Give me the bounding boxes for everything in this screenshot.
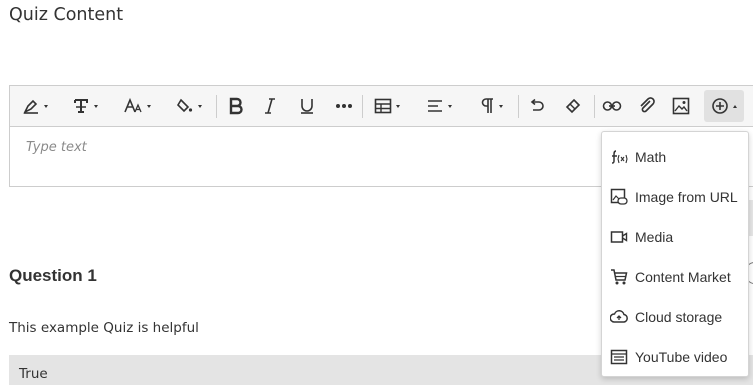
- paragraph-style-button[interactable]: [68, 90, 102, 122]
- question-title: Question 1: [9, 266, 97, 285]
- youtube-frame-icon: [610, 348, 628, 366]
- paperclip-icon: [638, 97, 656, 115]
- underline-button[interactable]: [294, 90, 320, 122]
- bold-button[interactable]: [222, 90, 250, 122]
- cloud-upload-icon: [610, 308, 628, 326]
- pen-style-icon: [22, 97, 40, 115]
- cart-icon: [610, 268, 628, 286]
- italic-button[interactable]: [258, 90, 282, 122]
- more-icon: [335, 103, 353, 109]
- font-size-icon: [123, 97, 143, 115]
- text-style-button[interactable]: [18, 90, 52, 122]
- paragraph-button[interactable]: [474, 90, 508, 122]
- section-title: Quiz Content: [9, 5, 124, 25]
- answer-label: True: [19, 366, 48, 382]
- insert-content-menu: Math Image from URL Media Content Market…: [601, 131, 749, 377]
- font-size-button[interactable]: [120, 90, 154, 122]
- insert-content-button[interactable]: [704, 90, 744, 122]
- question-text: This example Quiz is helpful: [9, 320, 199, 336]
- math-function-icon: [610, 148, 628, 166]
- paint-bucket-icon: [176, 97, 194, 115]
- highlight-color-button[interactable]: [172, 90, 206, 122]
- clear-format-button[interactable]: [560, 90, 586, 122]
- menu-item-media[interactable]: Media: [602, 220, 748, 254]
- italic-icon: [263, 97, 277, 115]
- menu-item-math[interactable]: Math: [602, 140, 748, 174]
- bold-icon: [228, 97, 244, 115]
- link-button[interactable]: [598, 90, 626, 122]
- attach-button[interactable]: [634, 90, 660, 122]
- image-button[interactable]: [668, 90, 694, 122]
- align-button[interactable]: [422, 90, 456, 122]
- text-input-area[interactable]: Type text: [26, 140, 87, 155]
- video-camera-icon: [610, 228, 628, 246]
- pilcrow-icon: [479, 97, 495, 115]
- undo-icon: [528, 98, 546, 114]
- plus-circle-icon: [711, 97, 729, 115]
- text-format-icon: [72, 97, 90, 115]
- undo-button[interactable]: [524, 90, 550, 122]
- menu-item-youtube-video[interactable]: YouTube video: [602, 340, 748, 374]
- image-icon: [672, 97, 690, 115]
- table-icon: [374, 98, 392, 114]
- menu-item-image-from-url[interactable]: Image from URL: [602, 180, 748, 214]
- more-button[interactable]: [330, 90, 358, 122]
- eraser-icon: [564, 97, 582, 115]
- link-icon: [602, 100, 622, 112]
- align-left-icon: [426, 99, 444, 113]
- menu-item-content-market[interactable]: Content Market: [602, 260, 748, 294]
- editor-toolbar: [10, 86, 753, 127]
- underline-icon: [299, 97, 315, 115]
- menu-item-cloud-storage[interactable]: Cloud storage: [602, 300, 748, 334]
- image-link-icon: [610, 188, 628, 206]
- table-button[interactable]: [370, 90, 404, 122]
